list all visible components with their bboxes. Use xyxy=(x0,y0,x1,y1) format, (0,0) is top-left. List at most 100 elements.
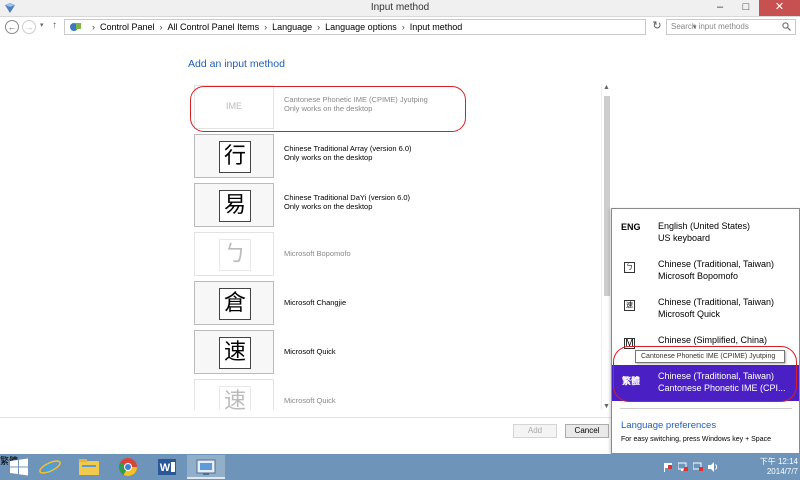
language-name: Chinese (Traditional, Taiwan) xyxy=(658,259,775,269)
footer-divider xyxy=(0,417,620,418)
ime-glyph-text: 速 xyxy=(219,337,251,369)
language-switcher-flyout: ENG English (United States) US keyboard … xyxy=(611,208,800,454)
clock-time: 下午 12:14 xyxy=(759,457,798,466)
forward-button[interactable]: → xyxy=(22,20,36,34)
ime-glyph-text: ㄅ xyxy=(219,239,251,271)
minimize-button[interactable]: – xyxy=(707,0,733,16)
control-panel-icon xyxy=(70,23,81,31)
language-option-cpime[interactable]: 繁體 Chinese (Traditional, Taiwan) Cantone… xyxy=(612,365,799,401)
ime-glyph-text: 倉 xyxy=(219,288,251,320)
flyout-divider xyxy=(620,408,792,409)
input-method-note: Only works on the desktop xyxy=(284,153,373,162)
quick-icon: 速 xyxy=(624,300,635,311)
control-panel-taskbar-button[interactable] xyxy=(187,455,225,479)
breadcrumb-all-items[interactable]: All Control Panel Items xyxy=(168,22,260,32)
tooltip: Cantonese Phonetic IME (CPIME) Jyutping xyxy=(635,350,785,363)
language-preferences-link[interactable]: Language preferences xyxy=(621,420,716,431)
search-icon[interactable] xyxy=(782,22,791,31)
network-icon[interactable] xyxy=(678,462,688,472)
ime-glyph-text: 行 xyxy=(219,141,251,173)
word-icon: W xyxy=(158,459,176,475)
breadcrumb-language[interactable]: Language xyxy=(272,22,312,32)
breadcrumb-separator[interactable]: › xyxy=(264,22,267,32)
back-button[interactable]: ← xyxy=(5,20,19,34)
svg-text:e: e xyxy=(44,457,56,479)
breadcrumb-separator[interactable]: › xyxy=(402,22,405,32)
ime-glyph-tile: IME xyxy=(194,85,274,129)
breadcrumb-input-method[interactable]: Input method xyxy=(410,22,463,32)
internet-explorer-icon: e xyxy=(39,457,61,479)
maximize-button[interactable]: □ xyxy=(733,0,759,16)
input-method-name: Cantonese Phonetic IME (CPIME) Jyutping xyxy=(284,95,428,104)
keyboard-name: US keyboard xyxy=(658,233,711,243)
breadcrumb-language-options[interactable]: Language options xyxy=(325,22,397,32)
ime-glyph-tile: 倉 xyxy=(194,281,274,325)
breadcrumb: › Control Panel › All Control Panel Items › L… xyxy=(87,22,462,32)
action-center-flag-icon[interactable] xyxy=(663,462,673,472)
input-method-item-array[interactable]: 行 Chinese Traditional Array (version 6.0… xyxy=(192,133,602,179)
keyboard-name: Microsoft Bopomofo xyxy=(658,271,739,281)
add-button[interactable]: Add xyxy=(513,424,557,438)
ime-glyph-tile: 速 xyxy=(194,330,274,374)
input-method-item-dayi[interactable]: 易 Chinese Traditional DaYi (version 6.0)… xyxy=(192,182,602,228)
language-option-english[interactable]: ENG English (United States) US keyboard xyxy=(612,215,799,251)
input-method-item-changjie[interactable]: 倉 Microsoft Changjie xyxy=(192,280,602,326)
breadcrumb-control-panel[interactable]: Control Panel xyxy=(100,22,155,32)
ime-glyph-tile: 易 xyxy=(194,183,274,227)
language-option-quick[interactable]: 速 Chinese (Traditional, Taiwan) Microsof… xyxy=(612,291,799,327)
taskbar: e W 繁體 下午 12:14 2014/7/7 xyxy=(0,454,800,480)
input-method-name: Chinese Traditional Array (version 6.0) xyxy=(284,144,412,153)
up-button[interactable]: ↑ xyxy=(52,20,57,31)
control-panel-app-icon xyxy=(196,459,216,475)
ime-glyph-text: 易 xyxy=(219,190,251,222)
breadcrumb-separator: › xyxy=(92,22,95,32)
window-title-bar: Input method – □ ✕ xyxy=(0,0,800,17)
language-option-bopomofo[interactable]: ㄅ Chinese (Traditional, Taiwan) Microsof… xyxy=(612,253,799,289)
breadcrumb-separator[interactable]: › xyxy=(317,22,320,32)
cancel-button[interactable]: Cancel xyxy=(565,424,609,438)
input-method-item-bopomofo[interactable]: ㄅ Microsoft Bopomofo xyxy=(192,231,602,277)
page-title: Add an input method xyxy=(188,58,285,70)
word-button[interactable]: W xyxy=(148,455,186,479)
ime-glyph-tile: ㄅ xyxy=(194,232,274,276)
folder-icon xyxy=(79,459,99,475)
input-method-list: IME Cantonese Phonetic IME (CPIME) Jyutp… xyxy=(192,84,612,410)
ime-glyph-tile: 行 xyxy=(194,134,274,178)
switching-hint: For easy switching, press Windows key + … xyxy=(621,436,771,443)
scroll-thumb[interactable] xyxy=(604,96,610,296)
ime-glyph-text: IME xyxy=(225,101,242,111)
input-method-item-cpime[interactable]: IME Cantonese Phonetic IME (CPIME) Jyutp… xyxy=(192,84,602,130)
window-title: Input method xyxy=(370,2,430,13)
search-placeholder: Search input methods xyxy=(671,22,749,31)
traditional-ime-icon: 繁體 xyxy=(622,376,641,386)
clock-date: 2014/7/7 xyxy=(766,467,798,476)
input-method-name: Microsoft Changjie xyxy=(284,298,347,307)
input-method-item-quick[interactable]: 速 Microsoft Quick xyxy=(192,329,602,375)
search-input[interactable]: Search input methods xyxy=(666,19,796,35)
scroll-up-arrow[interactable]: ▲ xyxy=(603,84,610,91)
language-name: Chinese (Traditional, Taiwan) xyxy=(658,371,775,381)
breadcrumb-separator[interactable]: › xyxy=(160,22,163,32)
recent-locations-dropdown[interactable]: ▾ xyxy=(40,21,44,29)
list-scrollbar[interactable]: ▲ ▼ xyxy=(601,84,611,410)
microsoft-pinyin-icon: M xyxy=(624,338,635,349)
input-method-item-quick-2[interactable]: 速 Microsoft Quick xyxy=(192,378,602,410)
address-bar[interactable]: › Control Panel › All Control Panel Items › L… xyxy=(64,19,697,35)
refresh-button[interactable]: ↻ xyxy=(650,19,664,35)
internet-explorer-button[interactable]: e xyxy=(31,455,69,479)
address-row: ← → ▾ ↑ › Control Panel › All Control Panel… xyxy=(0,17,800,37)
input-method-note: Only works on the desktop xyxy=(284,104,373,113)
language-name: Chinese (Simplified, China) xyxy=(658,335,768,345)
scroll-down-arrow[interactable]: ▼ xyxy=(603,403,610,410)
taskbar-clock[interactable]: 下午 12:14 2014/7/7 xyxy=(750,457,798,477)
language-name: Chinese (Traditional, Taiwan) xyxy=(658,297,775,307)
volume-icon[interactable] xyxy=(708,462,718,472)
network-warning-icon[interactable] xyxy=(693,462,703,472)
keyboard-name: Microsoft Quick xyxy=(658,309,721,319)
svg-text:W: W xyxy=(160,462,171,474)
bopomofo-icon: ㄅ xyxy=(624,262,635,273)
chrome-button[interactable] xyxy=(109,455,147,479)
close-button[interactable]: ✕ xyxy=(759,0,800,16)
chrome-icon xyxy=(118,458,137,477)
file-explorer-button[interactable] xyxy=(70,455,108,479)
